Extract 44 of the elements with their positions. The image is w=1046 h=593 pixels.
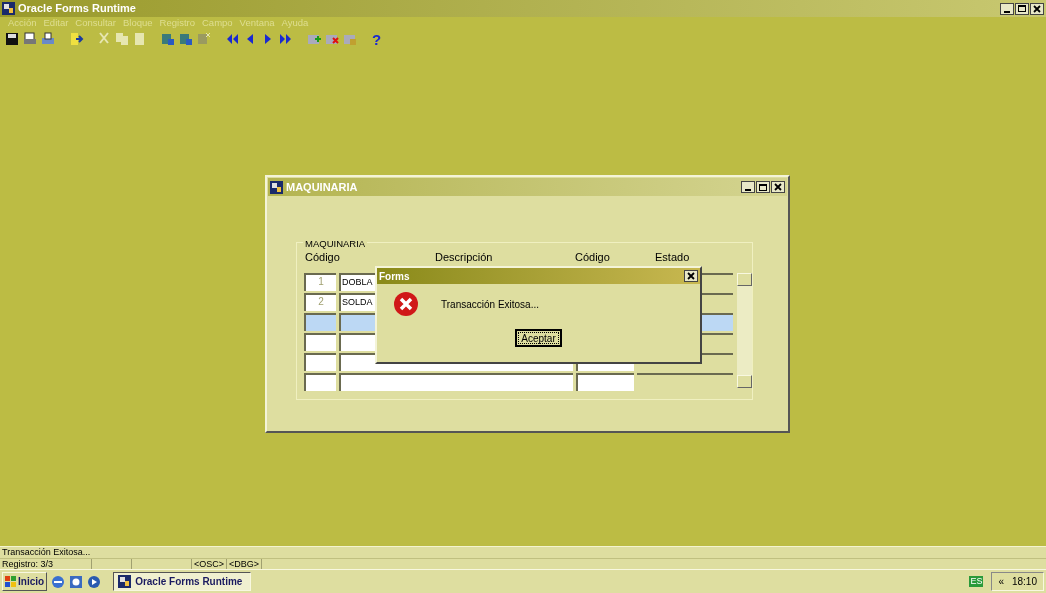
- dialog-title: Forms: [379, 269, 410, 284]
- media-player-icon[interactable]: [87, 574, 102, 589]
- form-title: MAQUINARIA: [286, 179, 358, 195]
- app-icon: [270, 180, 283, 194]
- clock: 18:10: [1011, 575, 1037, 589]
- description-field[interactable]: [339, 373, 573, 391]
- code-field[interactable]: [304, 353, 336, 371]
- column-header: Código: [575, 249, 611, 265]
- minimize-button[interactable]: [1000, 2, 1014, 15]
- exit-door-icon[interactable]: [68, 31, 84, 47]
- close-button[interactable]: [1030, 2, 1044, 15]
- scrollbar[interactable]: [737, 273, 752, 388]
- column-header: Estado: [655, 249, 690, 265]
- app-icon: [118, 575, 132, 588]
- code-field[interactable]: [304, 313, 336, 331]
- code-field[interactable]: 1: [304, 273, 336, 291]
- accept-button[interactable]: Aceptar: [515, 329, 562, 347]
- close-button[interactable]: [771, 181, 785, 193]
- maximize-button[interactable]: [1015, 2, 1029, 15]
- minimize-button[interactable]: [741, 181, 755, 193]
- column-header: Código: [305, 249, 341, 265]
- code-field[interactable]: 2: [304, 293, 336, 311]
- code-field[interactable]: [576, 373, 634, 391]
- print-preview-icon[interactable]: [40, 31, 56, 47]
- column-header: Descripción: [435, 249, 494, 265]
- window-title: Oracle Forms Runtime: [18, 1, 136, 17]
- query-icon[interactable]: [160, 31, 176, 47]
- start-button[interactable]: Inicio: [2, 572, 48, 591]
- help-button[interactable]: ?: [370, 31, 384, 47]
- taskbar-button[interactable]: Oracle Forms Runtime: [113, 572, 252, 591]
- app-icon: [2, 2, 15, 15]
- code-field[interactable]: [304, 373, 336, 391]
- language-indicator[interactable]: ES: [969, 576, 984, 587]
- maximize-button[interactable]: [756, 181, 770, 193]
- message-line: Transacción Exitosa...: [1, 547, 92, 558]
- dialog-message: Transacción Exitosa...: [441, 297, 539, 312]
- close-button[interactable]: [684, 270, 698, 282]
- query-execute-icon[interactable]: [178, 31, 194, 47]
- code-field[interactable]: [304, 333, 336, 351]
- error-icon: [393, 291, 419, 317]
- print-icon[interactable]: [22, 31, 38, 47]
- tray-expand-button[interactable]: «: [998, 574, 1004, 589]
- start-icon: [5, 576, 16, 587]
- save-icon[interactable]: [4, 31, 20, 47]
